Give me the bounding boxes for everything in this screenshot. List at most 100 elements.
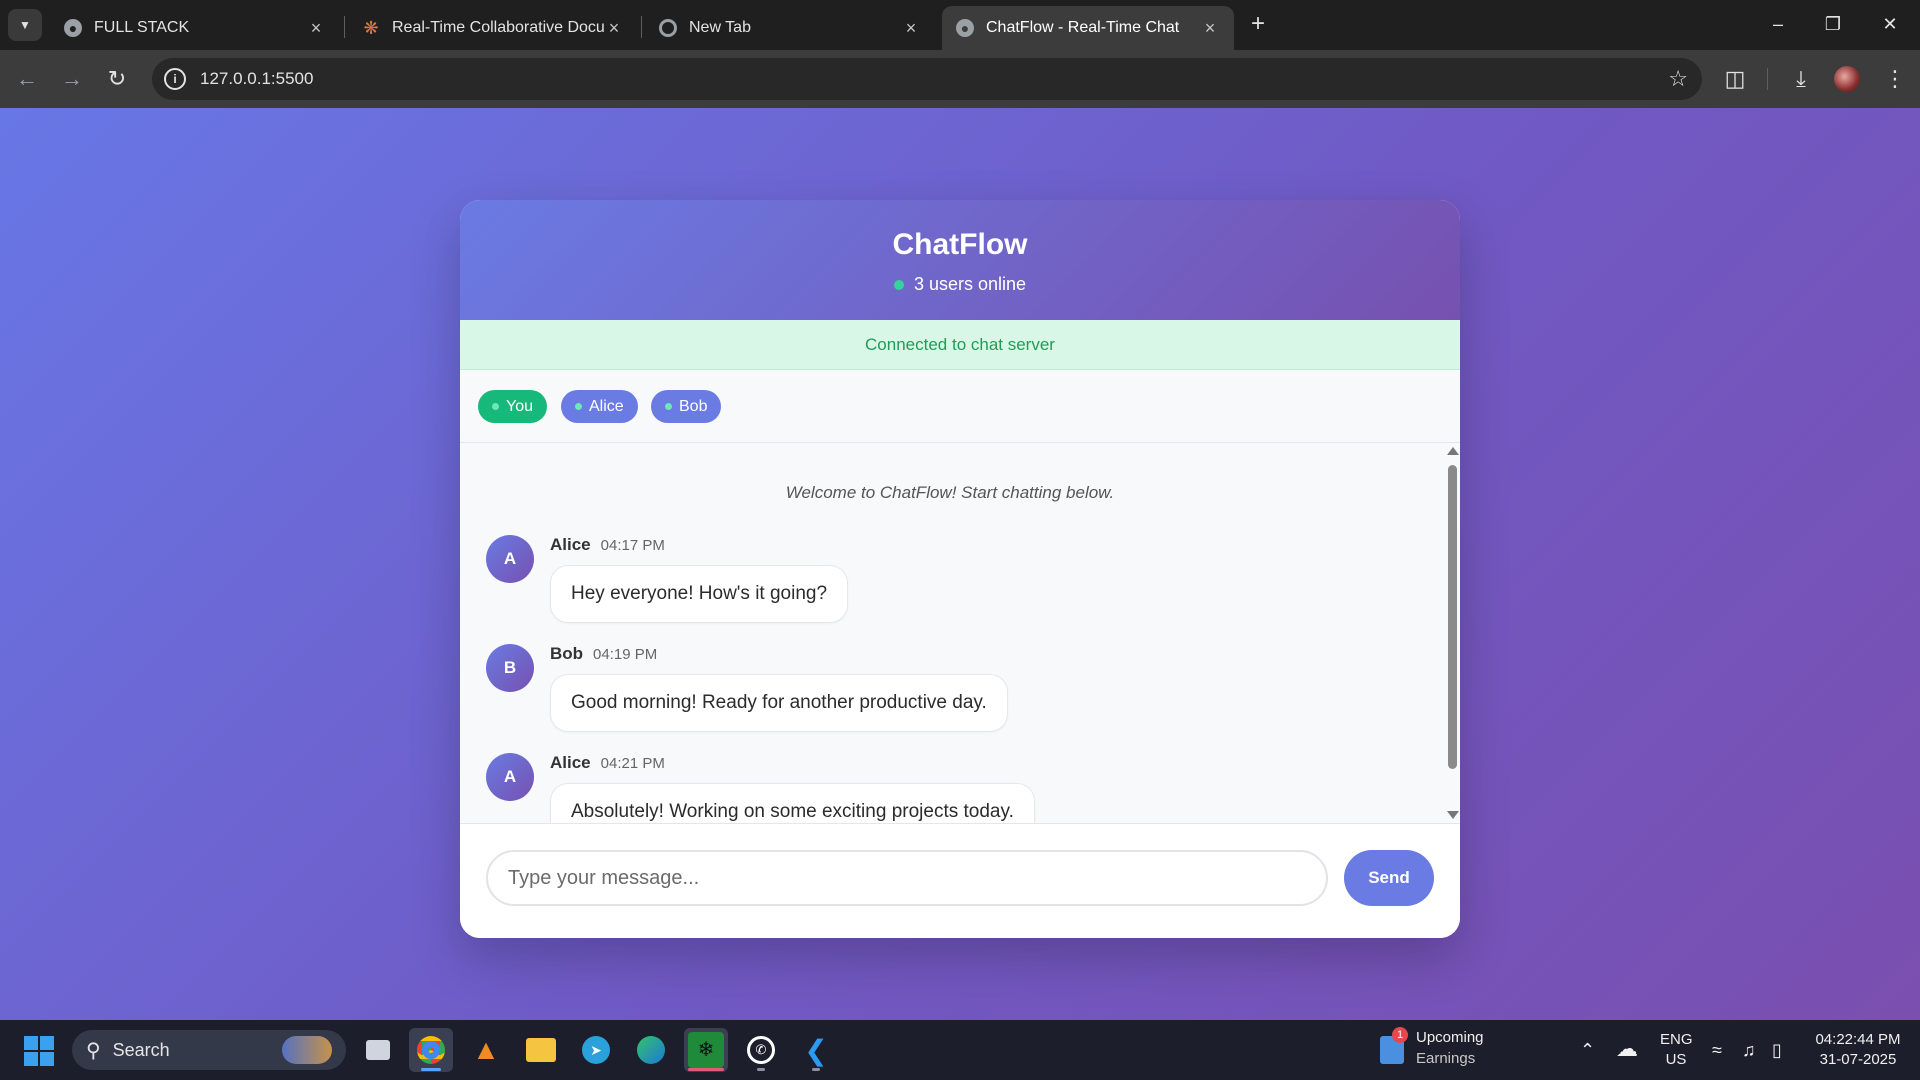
search-highlight-image — [282, 1036, 332, 1064]
message-scrollbar[interactable] — [1444, 443, 1460, 823]
close-icon: ✕ — [1882, 13, 1898, 34]
edge-icon — [637, 1036, 665, 1064]
globe-icon: ● — [64, 19, 82, 37]
chrome-icon — [417, 1036, 445, 1064]
avatar: A — [486, 535, 534, 583]
reload-button[interactable]: ↻ — [102, 64, 132, 94]
taskbar-vscode[interactable]: ❮ — [794, 1028, 838, 1072]
task-view-button[interactable] — [356, 1028, 400, 1072]
battery-icon[interactable]: ▯ — [1772, 1040, 1782, 1061]
volume-icon[interactable]: ♫ — [1742, 1040, 1756, 1061]
message-header: Alice 04:21 PM — [550, 753, 665, 773]
avatar: B — [486, 644, 534, 692]
windows-logo-icon — [40, 1052, 54, 1066]
scroll-up-arrow-icon[interactable] — [1447, 447, 1459, 455]
language-bottom[interactable]: US — [1660, 1050, 1692, 1070]
download-icon[interactable]: ⤓ — [1786, 64, 1816, 94]
taskbar-chrome[interactable] — [409, 1028, 453, 1072]
start-button[interactable] — [24, 1036, 54, 1066]
online-count: 3 users online — [913, 274, 1027, 294]
message-time: 04:17 PM — [600, 537, 665, 554]
message-bubble: Good morning! Ready for another producti… — [550, 674, 1008, 732]
folder-icon — [526, 1038, 556, 1062]
restore-icon: ❐ — [1824, 13, 1842, 34]
taskbar-vlc[interactable]: ▲ — [464, 1028, 508, 1072]
connection-status-banner: Connected to chat server — [460, 320, 1460, 370]
scroll-thumb[interactable] — [1448, 465, 1457, 769]
language-top[interactable]: ENG — [1660, 1030, 1693, 1050]
search-label: Search — [112, 1039, 170, 1060]
taskbar-razer[interactable]: ❄ — [684, 1028, 728, 1072]
message-time: 04:19 PM — [593, 646, 658, 663]
close-icon[interactable]: × — [1200, 18, 1220, 39]
online-status: 3 users online — [460, 274, 1460, 295]
user-name: You — [506, 397, 533, 415]
wifi-icon[interactable]: ≈ — [1712, 1040, 1722, 1061]
scroll-down-arrow-icon[interactable] — [1447, 811, 1459, 819]
message-sender: Alice — [550, 535, 591, 554]
online-users-bar: You Alice Bob — [460, 370, 1460, 443]
chat-container: ChatFlow 3 users online Connected to cha… — [460, 200, 1460, 938]
close-icon[interactable]: × — [901, 18, 921, 39]
tab-search-button[interactable]: ▼ — [8, 9, 42, 41]
tab-title: Real-Time Collaborative Docum — [392, 19, 604, 36]
back-button[interactable]: ← — [12, 64, 42, 94]
message-list[interactable]: Welcome to ChatFlow! Start chatting belo… — [460, 443, 1460, 823]
message-input[interactable] — [486, 850, 1328, 906]
globe-icon: ● — [956, 19, 974, 37]
user-pill-alice[interactable]: Alice — [561, 390, 638, 423]
address-bar[interactable]: i 127.0.0.1:5500 ☆ — [152, 58, 1702, 100]
send-button[interactable]: Send — [1344, 850, 1434, 906]
extensions-icon[interactable]: ◫ — [1720, 64, 1750, 94]
browser-tab-strip: ▼ ● FULL STACK × ❋ Real-Time Collaborati… — [0, 0, 1920, 50]
close-window-button[interactable]: ✕ — [1870, 8, 1910, 40]
user-name: Alice — [589, 397, 624, 415]
razer-icon: ❄ — [688, 1032, 724, 1068]
message-time: 04:21 PM — [600, 755, 665, 772]
tab-chatflow[interactable]: ● ChatFlow - Real-Time Chat × — [942, 6, 1234, 50]
windows-logo-icon — [40, 1036, 54, 1050]
vscode-icon: ❮ — [804, 1034, 828, 1066]
message-bubble: Hey everyone! How's it going? — [550, 565, 849, 623]
telegram-icon: ➤ — [582, 1036, 610, 1064]
profile-avatar[interactable] — [1834, 66, 1860, 92]
taskbar-edge[interactable] — [629, 1028, 673, 1072]
user-pill-bob[interactable]: Bob — [651, 390, 722, 423]
taskbar-file-explorer[interactable] — [519, 1028, 563, 1072]
restore-button[interactable]: ❐ — [1813, 8, 1853, 40]
clock-time[interactable]: 04:22:44 PM — [1806, 1030, 1910, 1050]
online-dot-icon — [893, 279, 904, 290]
task-view-icon — [366, 1040, 390, 1060]
chevron-down-icon: ▼ — [19, 18, 31, 32]
url-text[interactable]: 127.0.0.1:5500 — [200, 69, 313, 89]
windows-logo-icon — [24, 1052, 38, 1066]
new-tab-button[interactable]: + — [1244, 10, 1272, 38]
browser-toolbar: ← → ↻ i 127.0.0.1:5500 ☆ ◫ ⤓ ⋮ — [0, 50, 1920, 108]
clock-date[interactable]: 31-07-2025 — [1806, 1050, 1910, 1070]
taskbar-search[interactable]: ⚲ Search — [72, 1030, 346, 1070]
tab-new-tab[interactable]: New Tab × — [645, 6, 935, 50]
avatar: A — [486, 753, 534, 801]
arrow-left-icon: ← — [16, 66, 38, 91]
toolbar-divider — [1767, 68, 1768, 90]
taskbar-telegram[interactable]: ➤ — [574, 1028, 618, 1072]
message-header: Alice 04:17 PM — [550, 535, 665, 555]
status-dot-icon — [492, 403, 499, 410]
more-menu-icon[interactable]: ⋮ — [1880, 64, 1910, 94]
search-icon: ⚲ — [86, 1039, 101, 1062]
taskbar-whatsapp[interactable]: ✆ — [739, 1028, 783, 1072]
user-pill-you[interactable]: You — [478, 390, 547, 423]
tab-full-stack[interactable]: ● FULL STACK × — [50, 6, 340, 50]
minimize-button[interactable]: – — [1758, 8, 1798, 40]
close-icon[interactable]: × — [604, 18, 624, 39]
reload-icon: ↻ — [107, 66, 127, 91]
forward-button[interactable]: → — [57, 64, 87, 94]
close-icon[interactable]: × — [306, 18, 326, 39]
chevron-up-icon[interactable]: ⌃ — [1580, 1040, 1595, 1061]
onedrive-cloud-icon[interactable]: ☁ — [1616, 1036, 1638, 1062]
tab-title: ChatFlow - Real-Time Chat — [986, 19, 1180, 36]
message-composer: Send — [460, 823, 1460, 938]
tab-collaborative-doc[interactable]: ❋ Real-Time Collaborative Docum × — [348, 6, 638, 50]
bookmark-star-icon[interactable]: ☆ — [1668, 66, 1688, 92]
site-info-icon[interactable]: i — [164, 68, 186, 90]
